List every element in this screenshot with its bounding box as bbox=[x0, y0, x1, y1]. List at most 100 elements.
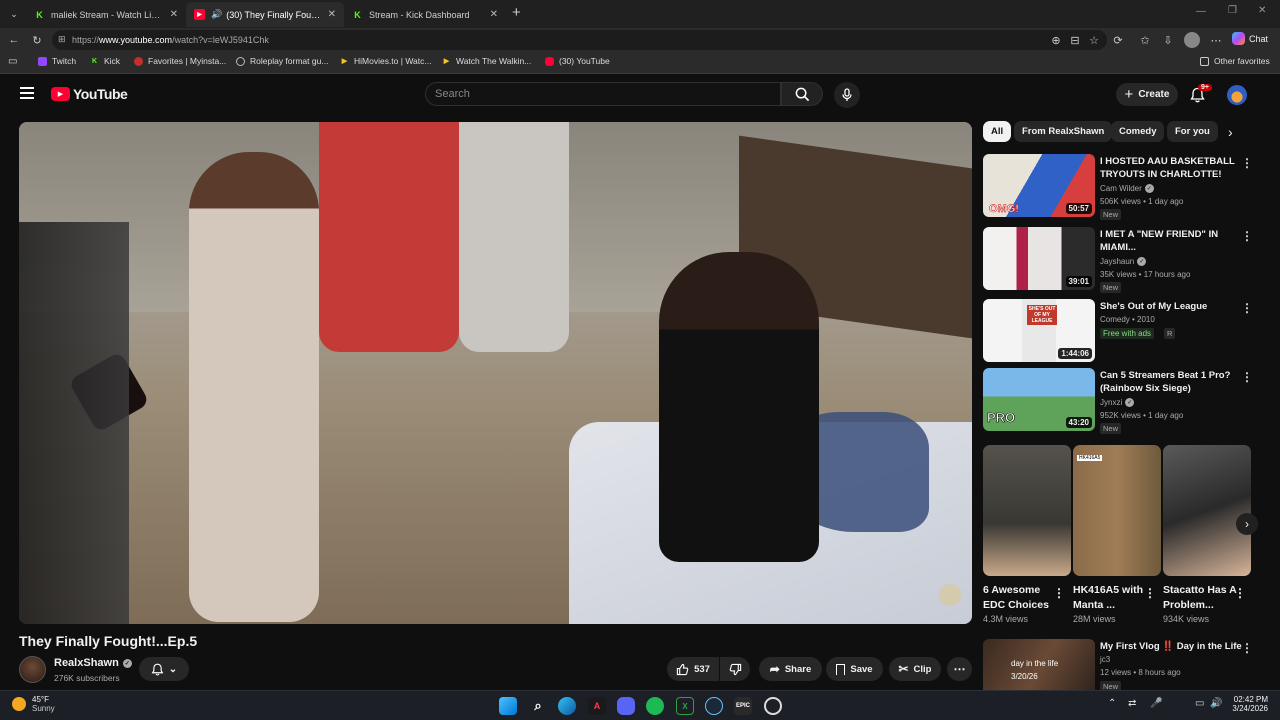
chip-for-you[interactable]: For you bbox=[1167, 121, 1218, 142]
channel-name[interactable]: RealxShawn ✓ bbox=[54, 657, 132, 669]
tray-volume-icon[interactable]: 🔊 bbox=[1210, 698, 1222, 709]
bookmark-walking-dead[interactable]: ▶ Watch The Walkin... bbox=[442, 56, 531, 66]
favorite-star-icon[interactable]: ☆ bbox=[1086, 32, 1102, 48]
recommended-video[interactable]: PRO 43:20 Can 5 Streamers Beat 1 Pro? (R… bbox=[983, 368, 1273, 434]
close-tab-icon[interactable]: ✕ bbox=[490, 9, 498, 20]
chip-all[interactable]: All bbox=[983, 121, 1012, 142]
copilot-chat-button[interactable]: Chat bbox=[1232, 32, 1268, 45]
shorts-next-button[interactable]: › bbox=[1236, 513, 1258, 535]
tab-actions-menu-icon[interactable]: ⌄ bbox=[6, 6, 22, 22]
speaker-icon[interactable]: 🔊 bbox=[211, 9, 222, 20]
more-options-icon[interactable]: ⋮ bbox=[1241, 641, 1253, 655]
more-options-icon[interactable]: ⋮ bbox=[1241, 156, 1253, 170]
more-menu-icon[interactable]: ⋯ bbox=[1208, 32, 1224, 48]
channel-name[interactable]: Jayshaun ✓ bbox=[1100, 257, 1147, 266]
chip-comedy[interactable]: Comedy bbox=[1111, 121, 1165, 142]
search-icon[interactable]: ⌕ bbox=[529, 697, 547, 715]
notifications-button[interactable]: 9+ bbox=[1190, 84, 1212, 108]
tray-overflow-icon[interactable]: ⌃ bbox=[1108, 698, 1116, 709]
recommended-video[interactable]: OMG! 50:57 I HOSTED AAU BASKETBALL TRYOU… bbox=[983, 154, 1273, 220]
new-tab-button[interactable]: + bbox=[512, 4, 521, 21]
voice-search-button[interactable] bbox=[834, 82, 860, 108]
channel-name[interactable]: Cam Wilder ✓ bbox=[1100, 184, 1154, 193]
channel-name[interactable]: Jynxzi ✓ bbox=[1100, 398, 1135, 407]
more-options-icon[interactable]: ⋮ bbox=[1241, 370, 1253, 384]
discord-icon[interactable] bbox=[617, 697, 635, 715]
video-thumbnail[interactable]: PRO 43:20 bbox=[983, 368, 1095, 431]
account-avatar[interactable] bbox=[1227, 85, 1247, 105]
minimize-icon[interactable]: — bbox=[1196, 6, 1206, 17]
bookmark-twitch[interactable]: Twitch bbox=[38, 56, 76, 66]
other-favorites[interactable]: Other favorites bbox=[1200, 56, 1270, 66]
youtube-logo[interactable]: ▶ YouTube bbox=[51, 86, 128, 102]
short-thumbnail[interactable] bbox=[983, 445, 1071, 576]
steam-icon[interactable] bbox=[705, 697, 723, 715]
bookmark-youtube[interactable]: (30) YouTube bbox=[545, 56, 610, 66]
bookmark-roleplay[interactable]: Roleplay format gu... bbox=[236, 56, 328, 66]
dislike-button[interactable] bbox=[720, 657, 750, 681]
restore-icon[interactable]: ❐ bbox=[1228, 5, 1237, 16]
short-thumbnail[interactable] bbox=[1163, 445, 1251, 576]
video-player[interactable] bbox=[19, 122, 972, 624]
create-button[interactable]: + Create bbox=[1116, 83, 1178, 106]
more-options-icon[interactable]: ⋮ bbox=[1144, 586, 1156, 600]
channel-name[interactable]: jc3 bbox=[1100, 655, 1110, 664]
tab-youtube-video[interactable]: ▶ 🔊 (30) They Finally Fought!...Ep.5 ✕ bbox=[186, 2, 344, 27]
tray-network-icon[interactable]: ▭ bbox=[1195, 698, 1204, 709]
more-options-icon[interactable]: ⋮ bbox=[1053, 586, 1065, 600]
epic-games-icon[interactable]: EPIC bbox=[734, 697, 752, 715]
adobe-icon[interactable]: A bbox=[588, 697, 606, 715]
profile-avatar[interactable] bbox=[1184, 32, 1200, 48]
start-icon[interactable] bbox=[499, 697, 517, 715]
address-bar[interactable]: ⊞ https://www.youtube.com/watch?v=leWJ59… bbox=[52, 30, 1107, 50]
more-options-icon[interactable]: ⋮ bbox=[1241, 301, 1253, 315]
subscribed-notifications-button[interactable]: ⌄ bbox=[139, 657, 189, 681]
channel-avatar[interactable] bbox=[19, 656, 46, 683]
like-button[interactable]: 537 bbox=[667, 657, 719, 681]
search-input[interactable]: Search bbox=[425, 82, 781, 106]
weather-widget[interactable]: 45°F Sunny bbox=[12, 695, 55, 713]
tray-app-icon[interactable]: ⇄ bbox=[1128, 698, 1136, 709]
close-window-icon[interactable]: ✕ bbox=[1258, 5, 1266, 16]
close-tab-icon[interactable]: ✕ bbox=[170, 9, 178, 20]
back-icon[interactable]: ← bbox=[6, 32, 22, 48]
close-tab-icon[interactable]: ✕ bbox=[328, 9, 336, 20]
chip-from-realxshawn[interactable]: From RealxShawn bbox=[1014, 121, 1113, 142]
xbox-icon[interactable]: X bbox=[676, 697, 694, 715]
tray-mic-icon[interactable]: 🎤 bbox=[1150, 698, 1162, 709]
site-info-icon[interactable]: ⊞ bbox=[58, 34, 66, 45]
tab-kick-stream[interactable]: K maliek Stream - Watch Live on Kic ✕ bbox=[26, 2, 186, 27]
hamburger-menu-icon[interactable] bbox=[20, 87, 34, 99]
more-options-icon[interactable]: ⋮ bbox=[1234, 586, 1246, 600]
channel-watermark-icon[interactable] bbox=[939, 584, 961, 606]
bookmark-kick[interactable]: K Kick bbox=[90, 56, 120, 66]
more-actions-button[interactable]: ⋯ bbox=[947, 657, 972, 681]
downloads-icon[interactable]: ⇩ bbox=[1160, 32, 1176, 48]
video-thumbnail[interactable]: SHE'S OUT OF MY LEAGUE 1:44:06 bbox=[983, 299, 1095, 362]
clock[interactable]: 02:42 PM 3/24/2026 bbox=[1226, 695, 1268, 713]
translate-icon[interactable]: ⊕ bbox=[1048, 32, 1064, 48]
refresh-icon[interactable]: ↻ bbox=[29, 32, 45, 48]
split-screen-icon[interactable]: ⊟ bbox=[1067, 32, 1083, 48]
short-thumbnail[interactable]: HK416A5 bbox=[1073, 445, 1161, 576]
save-button[interactable]: Save bbox=[826, 657, 883, 681]
reading-list-icon[interactable]: ▭ bbox=[8, 56, 17, 67]
recommended-video[interactable]: 39:01 I MET A "NEW FRIEND" IN MIAMI... J… bbox=[983, 227, 1273, 293]
search-button[interactable] bbox=[781, 82, 823, 106]
extensions-icon[interactable]: ⟳ bbox=[1110, 32, 1126, 48]
clip-button[interactable]: ✂ Clip bbox=[889, 657, 941, 681]
video-thumbnail[interactable]: 39:01 bbox=[983, 227, 1095, 290]
obs-icon[interactable] bbox=[764, 697, 782, 715]
favorites-icon[interactable]: ✩ bbox=[1137, 32, 1153, 48]
chips-next-icon[interactable]: › bbox=[1228, 124, 1233, 140]
youtube-icon: ▶ bbox=[194, 9, 205, 20]
spotify-icon[interactable] bbox=[646, 697, 664, 715]
bookmark-myinsta[interactable]: Favorites | Myinsta... bbox=[134, 56, 226, 66]
video-thumbnail[interactable]: OMG! 50:57 bbox=[983, 154, 1095, 217]
bookmark-himovies[interactable]: ▶ HiMovies.to | Watc... bbox=[340, 56, 432, 66]
more-options-icon[interactable]: ⋮ bbox=[1241, 229, 1253, 243]
edge-icon[interactable] bbox=[558, 697, 576, 715]
tab-kick-dashboard[interactable]: K Stream - Kick Dashboard ✕ bbox=[344, 2, 506, 27]
recommended-movie[interactable]: SHE'S OUT OF MY LEAGUE 1:44:06 She's Out… bbox=[983, 299, 1273, 363]
share-button[interactable]: ➦ Share bbox=[759, 657, 822, 681]
